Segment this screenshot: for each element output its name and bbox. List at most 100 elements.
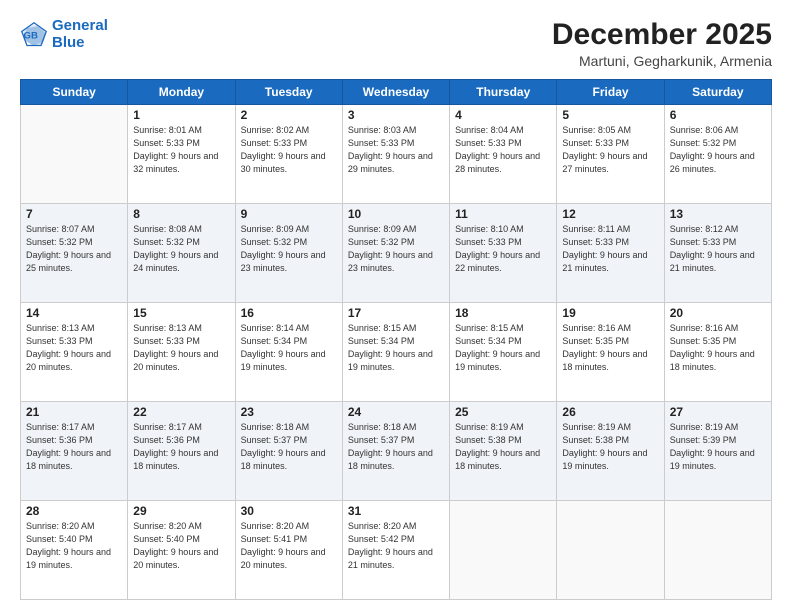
calendar-cell	[664, 501, 771, 600]
day-header-saturday: Saturday	[664, 80, 771, 105]
day-info: Sunrise: 8:12 AM Sunset: 5:33 PM Dayligh…	[670, 223, 766, 275]
svg-text:GB: GB	[24, 30, 38, 41]
calendar-cell: 21 Sunrise: 8:17 AM Sunset: 5:36 PM Dayl…	[21, 402, 128, 501]
day-info: Sunrise: 8:09 AM Sunset: 5:32 PM Dayligh…	[241, 223, 337, 275]
day-info: Sunrise: 8:07 AM Sunset: 5:32 PM Dayligh…	[26, 223, 122, 275]
day-number: 1	[133, 108, 229, 122]
calendar-cell: 15 Sunrise: 8:13 AM Sunset: 5:33 PM Dayl…	[128, 303, 235, 402]
day-info: Sunrise: 8:14 AM Sunset: 5:34 PM Dayligh…	[241, 322, 337, 374]
calendar-week-2: 7 Sunrise: 8:07 AM Sunset: 5:32 PM Dayli…	[21, 204, 772, 303]
calendar-week-5: 28 Sunrise: 8:20 AM Sunset: 5:40 PM Dayl…	[21, 501, 772, 600]
calendar-cell: 20 Sunrise: 8:16 AM Sunset: 5:35 PM Dayl…	[664, 303, 771, 402]
day-number: 28	[26, 504, 122, 518]
day-number: 13	[670, 207, 766, 221]
calendar-week-3: 14 Sunrise: 8:13 AM Sunset: 5:33 PM Dayl…	[21, 303, 772, 402]
calendar-cell: 24 Sunrise: 8:18 AM Sunset: 5:37 PM Dayl…	[342, 402, 449, 501]
day-info: Sunrise: 8:09 AM Sunset: 5:32 PM Dayligh…	[348, 223, 444, 275]
calendar-cell: 22 Sunrise: 8:17 AM Sunset: 5:36 PM Dayl…	[128, 402, 235, 501]
calendar-header: SundayMondayTuesdayWednesdayThursdayFrid…	[21, 80, 772, 105]
day-info: Sunrise: 8:19 AM Sunset: 5:39 PM Dayligh…	[670, 421, 766, 473]
day-header-thursday: Thursday	[450, 80, 557, 105]
day-number: 14	[26, 306, 122, 320]
calendar-cell: 16 Sunrise: 8:14 AM Sunset: 5:34 PM Dayl…	[235, 303, 342, 402]
day-number: 30	[241, 504, 337, 518]
day-info: Sunrise: 8:17 AM Sunset: 5:36 PM Dayligh…	[26, 421, 122, 473]
day-number: 23	[241, 405, 337, 419]
day-info: Sunrise: 8:20 AM Sunset: 5:40 PM Dayligh…	[133, 520, 229, 572]
calendar-table: SundayMondayTuesdayWednesdayThursdayFrid…	[20, 79, 772, 600]
day-number: 6	[670, 108, 766, 122]
calendar-cell: 23 Sunrise: 8:18 AM Sunset: 5:37 PM Dayl…	[235, 402, 342, 501]
day-info: Sunrise: 8:15 AM Sunset: 5:34 PM Dayligh…	[348, 322, 444, 374]
calendar-cell: 7 Sunrise: 8:07 AM Sunset: 5:32 PM Dayli…	[21, 204, 128, 303]
day-info: Sunrise: 8:01 AM Sunset: 5:33 PM Dayligh…	[133, 124, 229, 176]
day-number: 11	[455, 207, 551, 221]
day-info: Sunrise: 8:05 AM Sunset: 5:33 PM Dayligh…	[562, 124, 658, 176]
day-number: 5	[562, 108, 658, 122]
day-info: Sunrise: 8:19 AM Sunset: 5:38 PM Dayligh…	[562, 421, 658, 473]
day-info: Sunrise: 8:17 AM Sunset: 5:36 PM Dayligh…	[133, 421, 229, 473]
day-number: 15	[133, 306, 229, 320]
calendar-cell: 29 Sunrise: 8:20 AM Sunset: 5:40 PM Dayl…	[128, 501, 235, 600]
calendar-cell: 4 Sunrise: 8:04 AM Sunset: 5:33 PM Dayli…	[450, 105, 557, 204]
main-title: December 2025	[552, 18, 772, 51]
calendar-cell: 17 Sunrise: 8:15 AM Sunset: 5:34 PM Dayl…	[342, 303, 449, 402]
day-info: Sunrise: 8:18 AM Sunset: 5:37 PM Dayligh…	[348, 421, 444, 473]
day-number: 3	[348, 108, 444, 122]
day-number: 19	[562, 306, 658, 320]
calendar-cell: 31 Sunrise: 8:20 AM Sunset: 5:42 PM Dayl…	[342, 501, 449, 600]
day-number: 31	[348, 504, 444, 518]
day-info: Sunrise: 8:16 AM Sunset: 5:35 PM Dayligh…	[562, 322, 658, 374]
day-number: 9	[241, 207, 337, 221]
day-number: 24	[348, 405, 444, 419]
day-number: 26	[562, 405, 658, 419]
logo-line1: General	[52, 17, 108, 34]
logo-line2: Blue	[52, 34, 85, 51]
calendar-cell: 30 Sunrise: 8:20 AM Sunset: 5:41 PM Dayl…	[235, 501, 342, 600]
subtitle: Martuni, Gegharkunik, Armenia	[552, 53, 772, 69]
calendar-cell: 11 Sunrise: 8:10 AM Sunset: 5:33 PM Dayl…	[450, 204, 557, 303]
day-header-wednesday: Wednesday	[342, 80, 449, 105]
calendar-cell: 28 Sunrise: 8:20 AM Sunset: 5:40 PM Dayl…	[21, 501, 128, 600]
calendar-cell: 5 Sunrise: 8:05 AM Sunset: 5:33 PM Dayli…	[557, 105, 664, 204]
day-number: 18	[455, 306, 551, 320]
title-block: December 2025 Martuni, Gegharkunik, Arme…	[552, 18, 772, 69]
calendar-week-4: 21 Sunrise: 8:17 AM Sunset: 5:36 PM Dayl…	[21, 402, 772, 501]
calendar-cell: 12 Sunrise: 8:11 AM Sunset: 5:33 PM Dayl…	[557, 204, 664, 303]
day-info: Sunrise: 8:19 AM Sunset: 5:38 PM Dayligh…	[455, 421, 551, 473]
day-info: Sunrise: 8:16 AM Sunset: 5:35 PM Dayligh…	[670, 322, 766, 374]
header-row: SundayMondayTuesdayWednesdayThursdayFrid…	[21, 80, 772, 105]
calendar-cell	[557, 501, 664, 600]
calendar-cell: 9 Sunrise: 8:09 AM Sunset: 5:32 PM Dayli…	[235, 204, 342, 303]
day-info: Sunrise: 8:08 AM Sunset: 5:32 PM Dayligh…	[133, 223, 229, 275]
day-number: 29	[133, 504, 229, 518]
calendar-cell: 18 Sunrise: 8:15 AM Sunset: 5:34 PM Dayl…	[450, 303, 557, 402]
day-number: 25	[455, 405, 551, 419]
day-info: Sunrise: 8:20 AM Sunset: 5:41 PM Dayligh…	[241, 520, 337, 572]
calendar-cell: 3 Sunrise: 8:03 AM Sunset: 5:33 PM Dayli…	[342, 105, 449, 204]
page: GB General Blue December 2025 Martuni, G…	[0, 0, 792, 612]
day-number: 8	[133, 207, 229, 221]
day-info: Sunrise: 8:20 AM Sunset: 5:42 PM Dayligh…	[348, 520, 444, 572]
day-number: 20	[670, 306, 766, 320]
day-number: 27	[670, 405, 766, 419]
day-number: 7	[26, 207, 122, 221]
calendar-cell: 26 Sunrise: 8:19 AM Sunset: 5:38 PM Dayl…	[557, 402, 664, 501]
calendar-cell: 2 Sunrise: 8:02 AM Sunset: 5:33 PM Dayli…	[235, 105, 342, 204]
day-info: Sunrise: 8:06 AM Sunset: 5:32 PM Dayligh…	[670, 124, 766, 176]
calendar-cell	[450, 501, 557, 600]
logo: GB General Blue	[20, 18, 108, 51]
calendar-cell: 13 Sunrise: 8:12 AM Sunset: 5:33 PM Dayl…	[664, 204, 771, 303]
day-info: Sunrise: 8:18 AM Sunset: 5:37 PM Dayligh…	[241, 421, 337, 473]
calendar-cell: 27 Sunrise: 8:19 AM Sunset: 5:39 PM Dayl…	[664, 402, 771, 501]
day-number: 16	[241, 306, 337, 320]
day-header-tuesday: Tuesday	[235, 80, 342, 105]
day-info: Sunrise: 8:02 AM Sunset: 5:33 PM Dayligh…	[241, 124, 337, 176]
calendar-cell: 14 Sunrise: 8:13 AM Sunset: 5:33 PM Dayl…	[21, 303, 128, 402]
day-info: Sunrise: 8:20 AM Sunset: 5:40 PM Dayligh…	[26, 520, 122, 572]
day-number: 21	[26, 405, 122, 419]
header: GB General Blue December 2025 Martuni, G…	[20, 18, 772, 69]
day-number: 2	[241, 108, 337, 122]
calendar-cell: 19 Sunrise: 8:16 AM Sunset: 5:35 PM Dayl…	[557, 303, 664, 402]
day-number: 22	[133, 405, 229, 419]
